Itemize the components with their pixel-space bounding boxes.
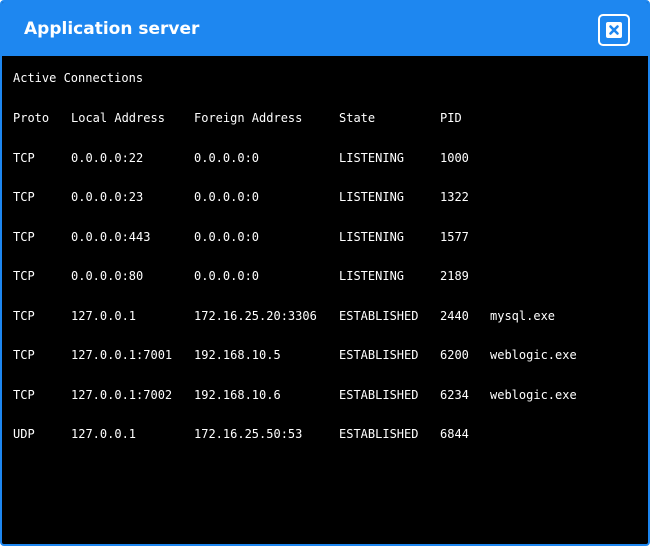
connection-row: TCP 127.0.0.1 172.16.25.20:3306 ESTABLIS…	[2, 308, 648, 324]
foreign-address-cell: 192.168.10.6	[194, 388, 281, 402]
state-cell: ESTABLISHED	[339, 309, 419, 323]
foreign-address-cell: 192.168.10.5	[194, 348, 281, 362]
process-name-cell: weblogic.exe	[490, 388, 577, 402]
foreign-address-cell: 172.16.25.20:3306	[194, 309, 317, 323]
application-server-window: Application server Active Connections Pr…	[0, 0, 650, 546]
state-cell: ESTABLISHED	[339, 348, 419, 362]
pid-cell: 1322	[440, 190, 469, 204]
pid-cell: 2440	[440, 309, 469, 323]
connection-row: TCP 127.0.0.1:7001 192.168.10.5 ESTABLIS…	[2, 347, 648, 363]
state-cell: LISTENING	[339, 269, 405, 283]
state-cell: LISTENING	[339, 230, 405, 244]
foreign-address-cell: 0.0.0.0:0	[194, 190, 260, 204]
foreign-address-cell: 0.0.0.0:0	[194, 269, 260, 283]
local-address-cell: 0.0.0.0:443	[71, 230, 151, 244]
proto-cell: TCP	[13, 388, 35, 402]
state-cell: LISTENING	[339, 190, 405, 204]
foreign-address-cell: 0.0.0.0:0	[194, 230, 260, 244]
proto-cell: TCP	[13, 230, 35, 244]
title-bar: Application server	[2, 2, 648, 56]
pid-cell: 6844	[440, 427, 469, 441]
proto-cell: TCP	[13, 190, 35, 204]
pid-cell: 2189	[440, 269, 469, 283]
proto-cell: TCP	[13, 269, 35, 283]
proto-cell: TCP	[13, 348, 35, 362]
connection-row: TCP 0.0.0.0:22 0.0.0.0:0 LISTENING 1000	[2, 150, 648, 166]
active-connections-heading: Active Connections	[13, 71, 144, 85]
state-cell: ESTABLISHED	[339, 427, 419, 441]
pid-cell: 6234	[440, 388, 469, 402]
foreign-address-cell: 0.0.0.0:0	[194, 151, 260, 165]
header-local-address: Local Address	[71, 111, 165, 125]
connection-row: TCP 127.0.0.1:7002 192.168.10.6 ESTABLIS…	[2, 387, 648, 403]
connection-row: TCP 0.0.0.0:23 0.0.0.0:0 LISTENING 1322	[2, 189, 648, 205]
pid-cell: 1000	[440, 151, 469, 165]
close-button[interactable]	[598, 14, 630, 46]
proto-cell: TCP	[13, 151, 35, 165]
column-header-row: Proto Local Address Foreign Address Stat…	[2, 110, 648, 126]
process-name-cell: weblogic.exe	[490, 348, 577, 362]
proto-cell: UDP	[13, 427, 35, 441]
local-address-cell: 0.0.0.0:23	[71, 190, 144, 204]
window-title: Application server	[24, 19, 200, 39]
local-address-cell: 127.0.0.1	[71, 427, 137, 441]
header-proto: Proto	[13, 111, 50, 125]
local-address-cell: 0.0.0.0:22	[71, 151, 144, 165]
terminal-output: Active Connections Proto Local Address F…	[2, 56, 648, 544]
local-address-cell: 127.0.0.1	[71, 309, 137, 323]
state-cell: LISTENING	[339, 151, 405, 165]
connection-row: TCP 0.0.0.0:80 0.0.0.0:0 LISTENING 2189	[2, 268, 648, 284]
close-x-icon	[606, 22, 622, 38]
header-foreign-address: Foreign Address	[194, 111, 303, 125]
header-pid: PID	[440, 111, 462, 125]
foreign-address-cell: 172.16.25.50:53	[194, 427, 303, 441]
connection-row: UDP 127.0.0.1 172.16.25.50:53 ESTABLISHE…	[2, 426, 648, 442]
state-cell: ESTABLISHED	[339, 388, 419, 402]
pid-cell: 6200	[440, 348, 469, 362]
local-address-cell: 0.0.0.0:80	[71, 269, 144, 283]
pid-cell: 1577	[440, 230, 469, 244]
proto-cell: TCP	[13, 309, 35, 323]
local-address-cell: 127.0.0.1:7002	[71, 388, 173, 402]
process-name-cell: mysql.exe	[490, 309, 556, 323]
connection-row: TCP 0.0.0.0:443 0.0.0.0:0 LISTENING 1577	[2, 229, 648, 245]
local-address-cell: 127.0.0.1:7001	[71, 348, 173, 362]
header-state: State	[339, 111, 376, 125]
